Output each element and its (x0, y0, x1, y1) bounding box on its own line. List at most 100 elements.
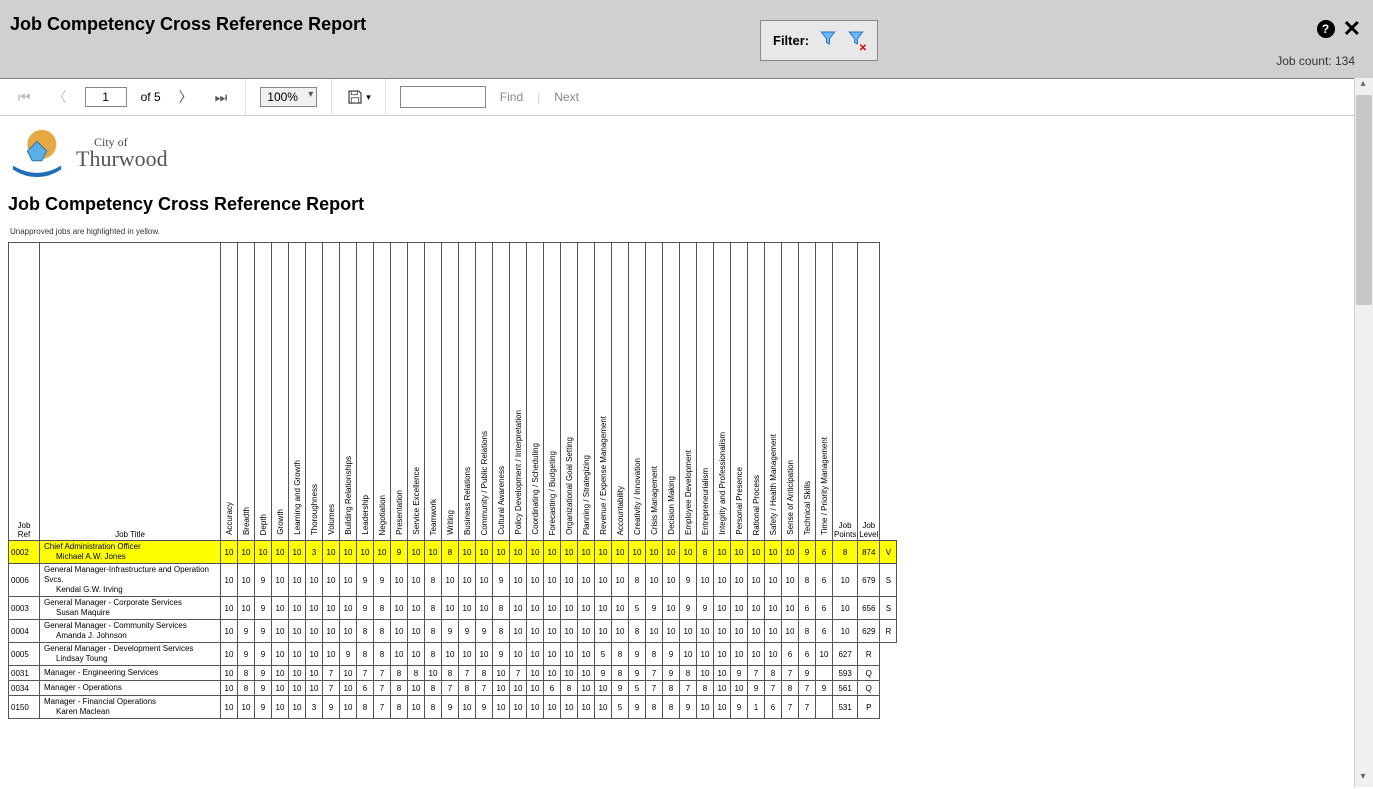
first-page-button[interactable]: ⏮ (14, 85, 35, 110)
cell-value: 9 (255, 696, 272, 719)
cell-value: 9 (697, 597, 714, 620)
cell-value: 10 (340, 696, 357, 719)
report-note: Unapproved jobs are highlighted in yello… (0, 223, 1373, 242)
cell-value: 8 (357, 620, 374, 643)
table-row: 0002Chief Administration OfficerMichael … (9, 541, 897, 564)
cell-value: 10 (391, 643, 408, 666)
cell-value: 10 (493, 681, 510, 696)
cell-value: 8 (425, 681, 442, 696)
cell-value: 7 (510, 666, 527, 681)
cell-points: 531 (833, 696, 858, 719)
cell-value: 8 (357, 643, 374, 666)
scroll-down-button[interactable]: ▾ (1355, 771, 1371, 787)
cell-value: 7 (442, 681, 459, 696)
find-button[interactable]: Find (500, 90, 523, 104)
find-next-button[interactable]: Next (554, 90, 579, 104)
cell-value: 10 (408, 597, 425, 620)
cell-value: 10 (459, 597, 476, 620)
cell-value: 10 (493, 696, 510, 719)
cell-value: 9 (799, 666, 816, 681)
cell-value: 5 (629, 597, 646, 620)
cell-value: 10 (510, 597, 527, 620)
cell-value: 10 (289, 541, 306, 564)
cell-value: 10 (527, 597, 544, 620)
column-header: Technical Skills (799, 243, 816, 541)
cell-value: 8 (374, 597, 391, 620)
scroll-thumb[interactable] (1356, 95, 1372, 305)
cell-value: 6 (816, 541, 833, 564)
cell-value: 10 (391, 564, 408, 597)
column-header: JobRef (9, 243, 40, 541)
report-viewer[interactable]: City of Thurwood Job Competency Cross Re… (0, 116, 1373, 789)
zoom-select[interactable]: 100% (260, 87, 317, 107)
save-button[interactable]: ▾ (346, 88, 371, 106)
cell-value: 8 (612, 666, 629, 681)
cell-value: 10 (527, 620, 544, 643)
cell-value: 10 (272, 597, 289, 620)
cell-value: 7 (357, 666, 374, 681)
vertical-scrollbar[interactable]: ▴ ▾ (1354, 78, 1373, 787)
cell-value: 10 (510, 643, 527, 666)
scroll-up-button[interactable]: ▴ (1355, 78, 1371, 94)
cell-value: 9 (442, 620, 459, 643)
cell-value: 7 (680, 681, 697, 696)
cell-value: 10 (714, 666, 731, 681)
cell-value: 10 (323, 564, 340, 597)
cell-value: 8 (391, 666, 408, 681)
cell-value: 10 (765, 597, 782, 620)
cell-value: 10 (340, 681, 357, 696)
cell-value: 10 (306, 620, 323, 643)
cell-level: Q (858, 666, 880, 681)
column-header: Sense of Anticipation (782, 243, 799, 541)
cell-title: General Manager-Infrastructure and Opera… (40, 564, 221, 597)
cell-level: S (880, 597, 897, 620)
cell-value: 9 (816, 681, 833, 696)
cell-value: 10 (323, 541, 340, 564)
cell-value: 10 (765, 620, 782, 643)
cell-value: 9 (629, 696, 646, 719)
cell-level: P (858, 696, 880, 719)
cell-value: 8 (833, 541, 858, 564)
filter-icon[interactable] (819, 29, 837, 52)
cell-value: 10 (578, 696, 595, 719)
cell-value: 9 (340, 643, 357, 666)
cell-value: 10 (408, 681, 425, 696)
cell-value: 8 (697, 541, 714, 564)
cell-value: 10 (527, 681, 544, 696)
cell-value: 10 (442, 643, 459, 666)
cell-value: 10 (544, 696, 561, 719)
cell-value: 1 (748, 696, 765, 719)
cell-value: 10 (221, 564, 238, 597)
cell-value: 10 (697, 620, 714, 643)
help-icon[interactable]: ? (1317, 20, 1335, 38)
cell-value: 8 (646, 696, 663, 719)
cell-value: 10 (731, 541, 748, 564)
column-header: Rational Process (748, 243, 765, 541)
cell-value: 10 (561, 620, 578, 643)
cell-value: 9 (646, 597, 663, 620)
cell-value: 10 (561, 643, 578, 666)
close-icon[interactable] (1343, 16, 1361, 42)
cell-value: 7 (799, 696, 816, 719)
job-count-label: Job count: 134 (1276, 54, 1355, 68)
column-header: JobLevel (858, 243, 880, 541)
prev-page-button[interactable]: 〈 (49, 83, 71, 111)
cell-value: 10 (221, 620, 238, 643)
cell-points: 627 (833, 643, 858, 666)
last-page-button[interactable]: ⏭ (211, 85, 232, 110)
search-input[interactable] (400, 86, 486, 108)
cell-value: 10 (595, 597, 612, 620)
filter-clear-icon[interactable]: ✕ (847, 29, 865, 52)
page-input[interactable] (85, 87, 127, 107)
cell-value: 10 (765, 541, 782, 564)
cell-value: 9 (255, 643, 272, 666)
cell-value: 3 (306, 541, 323, 564)
cell-title: General Manager - Corporate ServicesSusa… (40, 597, 221, 620)
column-header: Time / Priority Management (816, 243, 833, 541)
cell-value: 10 (289, 643, 306, 666)
cell-ref: 0004 (9, 620, 40, 643)
cell-level: S (880, 564, 897, 597)
cell-value: 9 (680, 564, 697, 597)
cell-value: 10 (714, 696, 731, 719)
next-page-button[interactable]: 〉 (175, 83, 197, 111)
